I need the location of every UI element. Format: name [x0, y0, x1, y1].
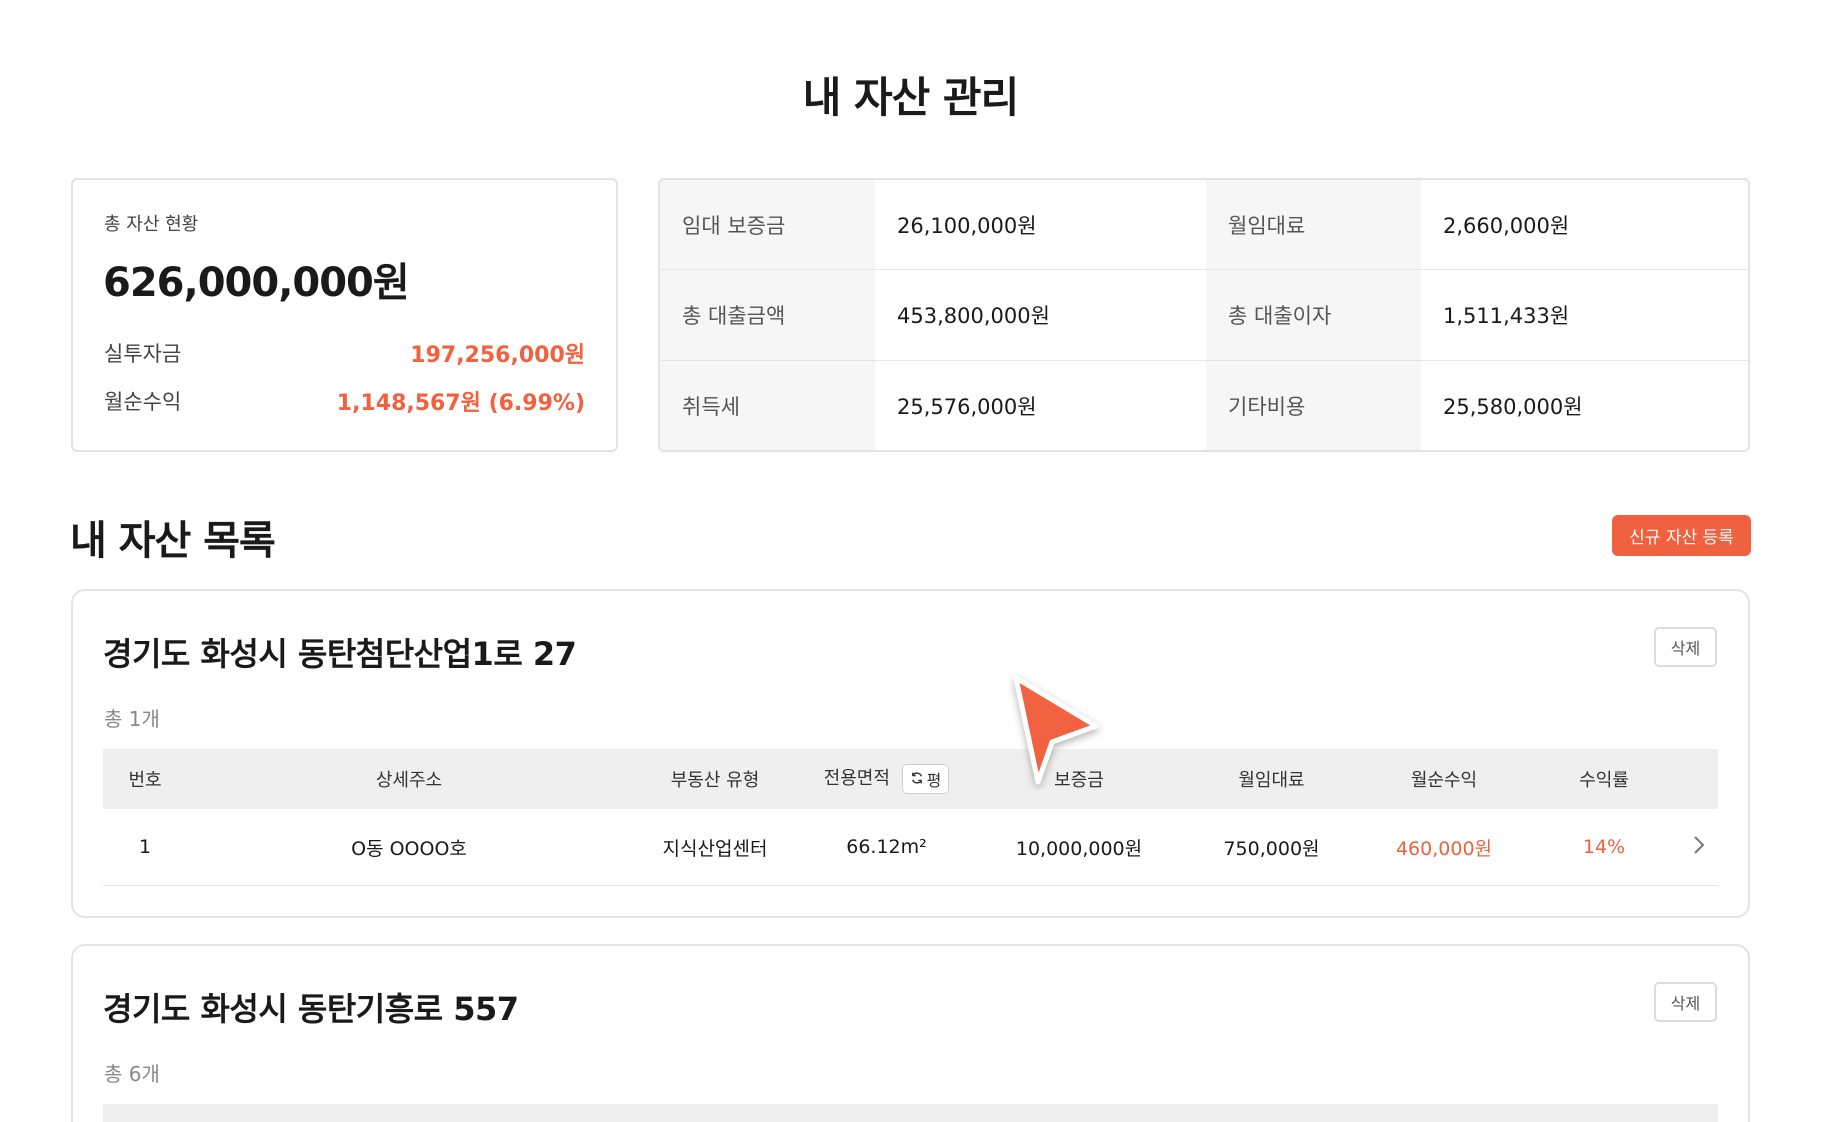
chevron-right-icon[interactable]	[1679, 834, 1718, 861]
stat-label: 기타비용	[1206, 361, 1421, 450]
stat-label: 총 대출이자	[1206, 270, 1421, 361]
cell-yield: 14%	[1582, 836, 1626, 858]
unit-count: 총 6개	[104, 1062, 160, 1086]
cell-rent: 750,000원	[1223, 837, 1320, 860]
table-header-row: 번호 상세주소 부동산 유형 전용면적 평 보증금 월임대료 월순수익 수익률	[103, 749, 1718, 809]
monthly-net-income-value: 1,148,567원 (6.99%)	[336, 391, 585, 416]
col-header-type: 부동산 유형	[670, 770, 760, 791]
asset-card: 경기도 화성시 동탄기흥로 557 삭제 총 6개	[71, 944, 1750, 1122]
refresh-icon	[910, 770, 924, 789]
register-asset-button[interactable]: 신규 자산 등록	[1612, 515, 1751, 556]
asset-stats-table: 임대 보증금 26,100,000원 월임대료 2,660,000원 총 대출금…	[658, 178, 1750, 452]
area-unit-toggle[interactable]: 평	[901, 764, 950, 794]
col-header-yield: 수익률	[1579, 770, 1629, 791]
col-header-address: 상세주소	[375, 770, 443, 791]
asset-title: 경기도 화성시 동탄첨단산업1로 27	[103, 635, 577, 673]
monthly-net-income-label: 월순수익	[104, 390, 182, 414]
asset-title: 경기도 화성시 동탄기흥로 557	[103, 990, 519, 1028]
stat-label: 임대 보증금	[660, 180, 875, 270]
page-title: 내 자산 관리	[802, 73, 1019, 122]
delete-button[interactable]: 삭제	[1654, 982, 1717, 1022]
stat-label: 총 대출금액	[660, 270, 875, 361]
stat-label: 월임대료	[1206, 180, 1421, 270]
actual-investment-value: 197,256,000원	[410, 343, 585, 368]
unit-count: 총 1개	[104, 707, 160, 731]
stat-value: 1,511,433원	[1421, 270, 1748, 361]
cell-type: 지식산업센터	[662, 837, 768, 860]
col-header-rent: 월임대료	[1238, 770, 1305, 791]
monthly-net-income-row: 월순수익 1,148,567원 (6.99%)	[104, 386, 585, 416]
col-header-area-label: 전용면적	[823, 768, 890, 789]
stat-value: 25,576,000원	[897, 394, 1037, 419]
cell-no: 1	[138, 836, 152, 858]
table-header-row	[103, 1104, 1718, 1122]
cursor-arrow-icon	[1008, 672, 1104, 790]
actual-investment-label: 실투자금	[104, 342, 182, 366]
total-assets-card: 총 자산 현황 626,000,000원 실투자금 197,256,000원 월…	[71, 178, 618, 452]
cell-address: O동 OOOO호	[351, 837, 467, 860]
unit-table: 번호 상세주소 부동산 유형 전용면적 평 보증금 월임대료 월순수익 수익률	[103, 749, 1718, 886]
asset-card: 경기도 화성시 동탄첨단산업1로 27 삭제 총 1개 번호 상세주소 부동산 …	[71, 589, 1750, 918]
area-unit-label: 평	[926, 771, 942, 790]
col-header-area: 전용면적 평	[799, 764, 974, 794]
cell-deposit: 10,000,000원	[1015, 837, 1143, 860]
total-assets-label: 총 자산 현황	[104, 214, 199, 235]
asset-list-title: 내 자산 목록	[70, 518, 276, 564]
delete-button[interactable]: 삭제	[1654, 627, 1717, 667]
cell-area: 66.12m²	[846, 836, 927, 858]
actual-investment-row: 실투자금 197,256,000원	[104, 338, 585, 368]
page: 내 자산 관리 총 자산 현황 626,000,000원 실투자금 197,25…	[0, 0, 1821, 1122]
table-row[interactable]: 1 O동 OOOO호 지식산업센터 66.12m² 10,000,000원 75…	[103, 809, 1718, 886]
stat-value: 453,800,000원	[875, 270, 1206, 361]
stat-value: 26,100,000원	[875, 180, 1206, 270]
cell-net: 460,000원	[1395, 837, 1493, 860]
stat-value: 25,580,000원	[1443, 394, 1583, 419]
col-header-net: 월순수익	[1410, 770, 1478, 791]
total-assets-value: 626,000,000원	[103, 260, 410, 306]
col-header-no: 번호	[128, 770, 162, 791]
stat-value: 2,660,000원	[1421, 180, 1748, 270]
stat-label: 취득세	[660, 361, 875, 450]
